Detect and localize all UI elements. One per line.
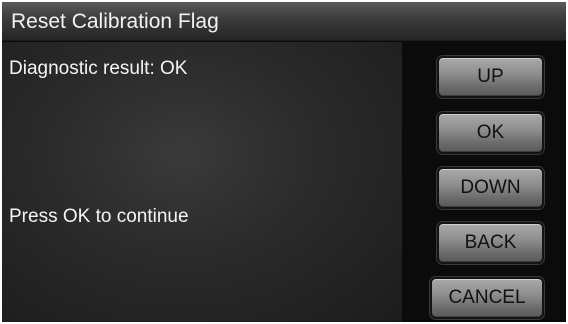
continue-prompt-text: Press OK to continue: [9, 206, 189, 227]
cancel-button[interactable]: CANCEL: [430, 277, 544, 319]
down-button[interactable]: DOWN: [437, 167, 544, 209]
message-area: Diagnostic result: OK Press OK to contin…: [2, 42, 402, 322]
button-column: UP OK DOWN BACK CANCEL: [402, 42, 566, 322]
ok-button[interactable]: OK: [437, 112, 544, 154]
back-button[interactable]: BACK: [437, 222, 544, 264]
diagnostic-result-text: Diagnostic result: OK: [9, 58, 188, 79]
control-panel-screen: Reset Calibration Flag Diagnostic result…: [2, 2, 566, 322]
page-title: Reset Calibration Flag: [11, 10, 219, 33]
up-button[interactable]: UP: [437, 56, 544, 98]
title-bar: Reset Calibration Flag: [2, 2, 566, 41]
